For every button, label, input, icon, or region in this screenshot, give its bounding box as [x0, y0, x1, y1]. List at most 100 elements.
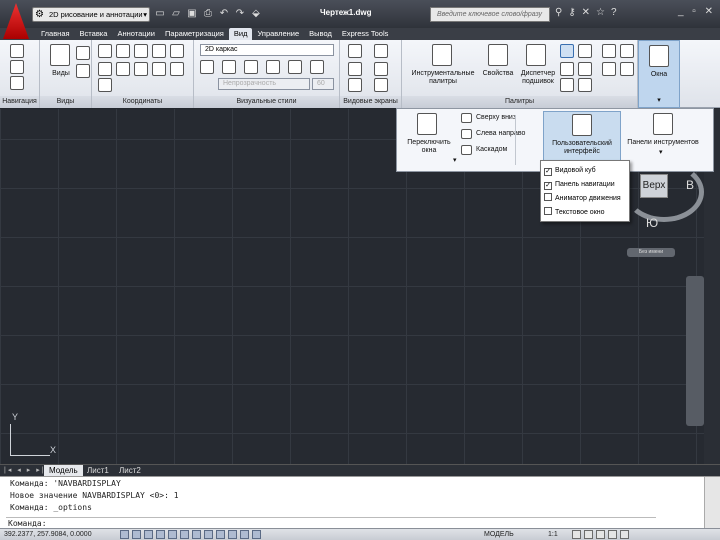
named-views-icon[interactable]	[76, 46, 90, 60]
layers-icon[interactable]	[578, 78, 592, 92]
checkbox-icon[interactable]	[544, 207, 552, 215]
ucs-3point-icon[interactable]	[170, 44, 184, 58]
toolbars-icon[interactable]	[653, 113, 673, 135]
exchange-icon[interactable]: ✕	[582, 7, 590, 18]
menu-item[interactable]: Текстовое окно	[544, 206, 605, 219]
viewport-grid-icon[interactable]	[374, 78, 388, 92]
tab-3[interactable]: Параметризация	[160, 28, 229, 40]
ucs-object-icon[interactable]	[134, 62, 148, 76]
undo-icon[interactable]: ↶	[218, 7, 230, 20]
tile-vertical-icon[interactable]	[461, 129, 472, 139]
cascade-label[interactable]: Каскадом	[476, 146, 507, 154]
ucs-icon[interactable]	[98, 44, 112, 58]
markup-set-icon[interactable]	[560, 62, 574, 76]
visual-style-select[interactable]: 2D каркас	[200, 44, 334, 56]
sheet-set-label[interactable]: Диспетчер подшивок	[516, 70, 560, 86]
search-input[interactable]: Введите ключевое слово/фразу	[430, 7, 550, 22]
coordinates-readout[interactable]: 392.2377, 257.9084, 0.0000	[4, 530, 92, 540]
block-icon[interactable]	[602, 62, 616, 76]
viewport-clip-icon[interactable]	[374, 62, 388, 76]
chevron-down-icon[interactable]: ▾	[659, 149, 663, 157]
user-interface-button[interactable]: Пользовательский интерфейс	[543, 111, 621, 167]
dbconnect-icon[interactable]	[620, 44, 634, 58]
transparency-icon[interactable]	[228, 530, 237, 539]
chevron-down-icon[interactable]: ▾	[453, 157, 457, 165]
workspace-switch-icon[interactable]: ⬙	[250, 7, 262, 20]
tab-7[interactable]: Express Tools	[337, 28, 394, 40]
application-menu-logo[interactable]	[3, 3, 29, 39]
opacity-slider[interactable]: Непрозрачность	[218, 78, 310, 90]
workspace-icon[interactable]	[584, 530, 593, 539]
dyn-icon[interactable]	[204, 530, 213, 539]
osnap-icon[interactable]	[168, 530, 177, 539]
opacity-value[interactable]: 60	[312, 78, 334, 90]
switch-windows-icon[interactable]	[417, 113, 437, 135]
tile-vertical-label[interactable]: Слева направо	[476, 130, 525, 138]
tab-1[interactable]: Вставка	[75, 28, 113, 40]
sheet-set-icon[interactable]	[526, 44, 546, 66]
lights-icon[interactable]	[288, 60, 302, 74]
menu-item[interactable]: Аниматор движения	[544, 192, 621, 205]
ucs-view-icon[interactable]	[116, 62, 130, 76]
design-center-icon[interactable]	[578, 44, 592, 58]
ucs-origin-icon[interactable]	[134, 44, 148, 58]
ucs-face-icon[interactable]	[152, 62, 166, 76]
properties-icon[interactable]	[488, 44, 508, 66]
binoculars-icon[interactable]: ⚲	[555, 7, 562, 18]
lineweight-icon[interactable]	[216, 530, 225, 539]
command-line-toggle-icon[interactable]	[560, 44, 574, 58]
ucs-zaxis-icon[interactable]	[152, 44, 166, 58]
snap-icon[interactable]	[120, 530, 129, 539]
quick-properties-icon[interactable]	[240, 530, 249, 539]
tool-palettes-label[interactable]: Инструментальные палитры	[406, 70, 480, 86]
tab-0[interactable]: Главная	[36, 28, 75, 40]
color-icon[interactable]	[266, 60, 280, 74]
toolbars-label[interactable]: Панели инструментов	[625, 139, 701, 147]
workspace-dropdown[interactable]: ⚙ 2D рисование и аннотации ▾	[32, 7, 150, 22]
view-manager-icon[interactable]	[76, 64, 90, 78]
key-icon[interactable]: ⚷	[568, 7, 575, 18]
tab-4[interactable]: Вид	[228, 28, 253, 40]
otrack-icon[interactable]	[180, 530, 189, 539]
help-icon[interactable]: ?	[611, 7, 617, 18]
new-file-icon[interactable]: ▭	[154, 7, 166, 20]
plot-icon[interactable]: ⎙	[202, 7, 214, 20]
link-icon[interactable]	[602, 44, 616, 58]
views-cube-icon[interactable]	[50, 44, 70, 66]
grid-icon[interactable]	[132, 530, 141, 539]
redo-icon[interactable]: ↷	[234, 7, 246, 20]
tile-horizontal-label[interactable]: Сверху вниз	[476, 114, 516, 122]
layout-nav-arrows[interactable]: |◂ ◂ ▸ ▸|	[4, 466, 46, 474]
zoom-icon[interactable]	[10, 76, 24, 90]
annotation-scale[interactable]: 1:1	[548, 530, 558, 540]
tab-2[interactable]: Аннотации	[112, 28, 160, 40]
command-input[interactable]: Команда:	[6, 517, 656, 528]
materials-icon[interactable]	[310, 60, 324, 74]
command-scrollbar[interactable]	[704, 477, 720, 529]
ucs-previous-icon[interactable]	[98, 62, 112, 76]
ucs-x-icon[interactable]	[170, 62, 184, 76]
viewcube[interactable]: Верх В Ю Без имени	[624, 162, 704, 257]
properties-label[interactable]: Свойства	[478, 70, 518, 78]
menu-item[interactable]: ✓ Панель навигации	[544, 178, 615, 191]
orbit-icon[interactable]	[10, 60, 24, 74]
viewport-config-icon[interactable]	[348, 44, 362, 58]
sun-icon[interactable]	[620, 62, 634, 76]
checkbox-checked-icon[interactable]: ✓	[544, 182, 552, 190]
ucs-named-icon[interactable]	[98, 78, 112, 92]
checkbox-icon[interactable]	[544, 193, 552, 201]
model-space-button[interactable]: МОДЕЛЬ	[484, 530, 514, 540]
external-refs-icon[interactable]	[560, 78, 574, 92]
calculator-icon[interactable]	[578, 62, 592, 76]
menu-item[interactable]: ✓ Видовой куб	[544, 164, 596, 177]
isolate-icon[interactable]	[608, 530, 617, 539]
ortho-icon[interactable]	[144, 530, 153, 539]
lock-icon[interactable]	[596, 530, 605, 539]
save-icon[interactable]: ▣	[186, 7, 198, 20]
clean-screen-icon[interactable]	[620, 530, 629, 539]
navigation-bar[interactable]	[686, 276, 704, 426]
cascade-icon[interactable]	[461, 145, 472, 155]
viewcube-ucs-menu[interactable]: Без имени	[627, 248, 675, 257]
tab-6[interactable]: Вывод	[304, 28, 337, 40]
annotation-visibility-icon[interactable]	[572, 530, 581, 539]
